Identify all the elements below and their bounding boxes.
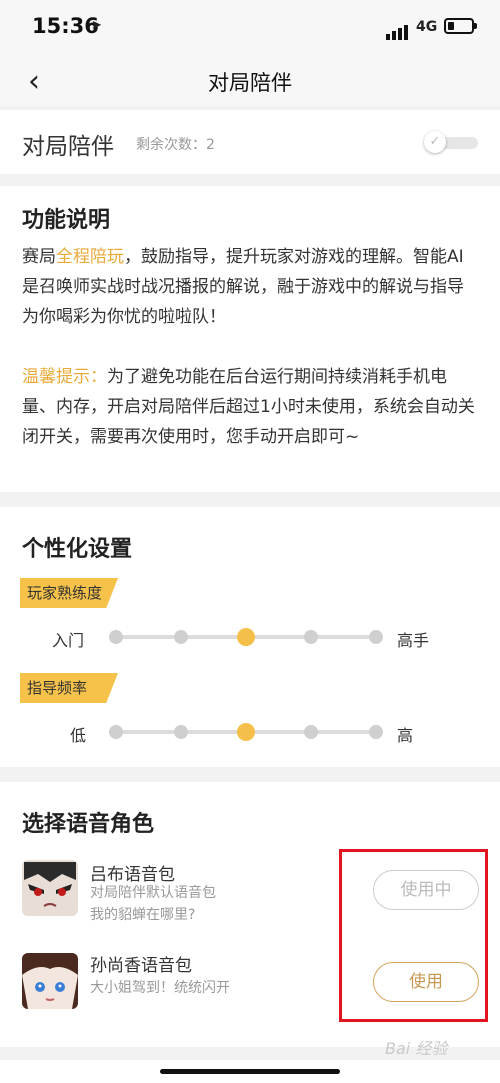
companion-toggle-card: 对局陪伴 剩余次数：2 ✓ — [0, 110, 500, 174]
description-title: 功能说明 — [22, 208, 111, 233]
slider-step[interactable] — [369, 630, 383, 644]
lubu-avatar — [22, 860, 78, 916]
frequency-tag: 指导频率 — [20, 673, 118, 703]
battery-icon — [444, 18, 477, 34]
frequency-max-label: 高 — [397, 726, 414, 745]
skill-slider[interactable] — [109, 627, 383, 647]
highlight-box — [339, 849, 488, 1022]
voice-title: 选择语音角色 — [22, 812, 155, 837]
slider-thumb[interactable] — [237, 628, 255, 646]
personalization-card: 个性化设置 玩家熟练度 入门 高手 指导频率 低 高 — [0, 507, 500, 767]
description-text: 赛局全程陪玩，鼓励指导，提升玩家对游戏的理解。智能AI是召唤师实战时战况播报的解… — [22, 242, 480, 332]
skill-tag: 玩家熟练度 — [20, 578, 118, 608]
companion-toggle[interactable]: ✓ — [424, 131, 479, 153]
location-arrow-icon: ➤ — [91, 18, 102, 33]
companion-label: 对局陪伴 — [22, 134, 114, 160]
slider-step[interactable] — [109, 725, 123, 739]
status-bar: 15:36 ➤ 4G — [0, 0, 500, 56]
network-type: 4G — [416, 19, 438, 35]
sunshangxiang-desc: 大小姐驾到！统统闪开 — [90, 980, 230, 996]
desc-highlight: 全程陪玩 — [56, 247, 124, 267]
lubu-desc-line1: 对局陪伴默认语音包 — [90, 885, 216, 901]
slider-step[interactable] — [304, 725, 318, 739]
desc-text-a: 赛局 — [22, 247, 56, 267]
sunshangxiang-avatar — [22, 953, 78, 1009]
personalization-title: 个性化设置 — [22, 537, 133, 562]
status-time: 15:36 — [32, 14, 99, 38]
signal-icon — [386, 21, 410, 40]
watermark: Bai 经验 — [385, 1039, 448, 1058]
page-title: 对局陪伴 — [208, 71, 292, 95]
slider-thumb[interactable] — [237, 723, 255, 741]
tip-text: 温馨提示：为了避免功能在后台运行期间持续消耗手机电量、内存，开启对局陪伴后超过1… — [22, 362, 480, 452]
tip-label: 温馨提示： — [22, 367, 107, 387]
slider-step[interactable] — [174, 630, 188, 644]
slider-step[interactable] — [304, 630, 318, 644]
slider-step[interactable] — [369, 725, 383, 739]
check-icon: ✓ — [424, 131, 446, 153]
skill-min-label: 入门 — [52, 631, 85, 650]
frequency-min-label: 低 — [70, 726, 87, 745]
sunshangxiang-name: 孙尚香语音包 — [90, 956, 192, 976]
home-indicator[interactable] — [160, 1069, 340, 1074]
frequency-slider[interactable] — [109, 722, 383, 742]
skill-max-label: 高手 — [397, 631, 430, 650]
slider-step[interactable] — [109, 630, 123, 644]
description-card: 功能说明 赛局全程陪玩，鼓励指导，提升玩家对游戏的理解。智能AI是召唤师实战时战… — [0, 186, 500, 492]
remaining-count: 剩余次数：2 — [136, 137, 215, 153]
lubu-desc-line2: 我的貂蝉在哪里? — [90, 907, 196, 923]
nav-bar: ‹ 对局陪伴 — [0, 56, 500, 106]
slider-step[interactable] — [174, 725, 188, 739]
